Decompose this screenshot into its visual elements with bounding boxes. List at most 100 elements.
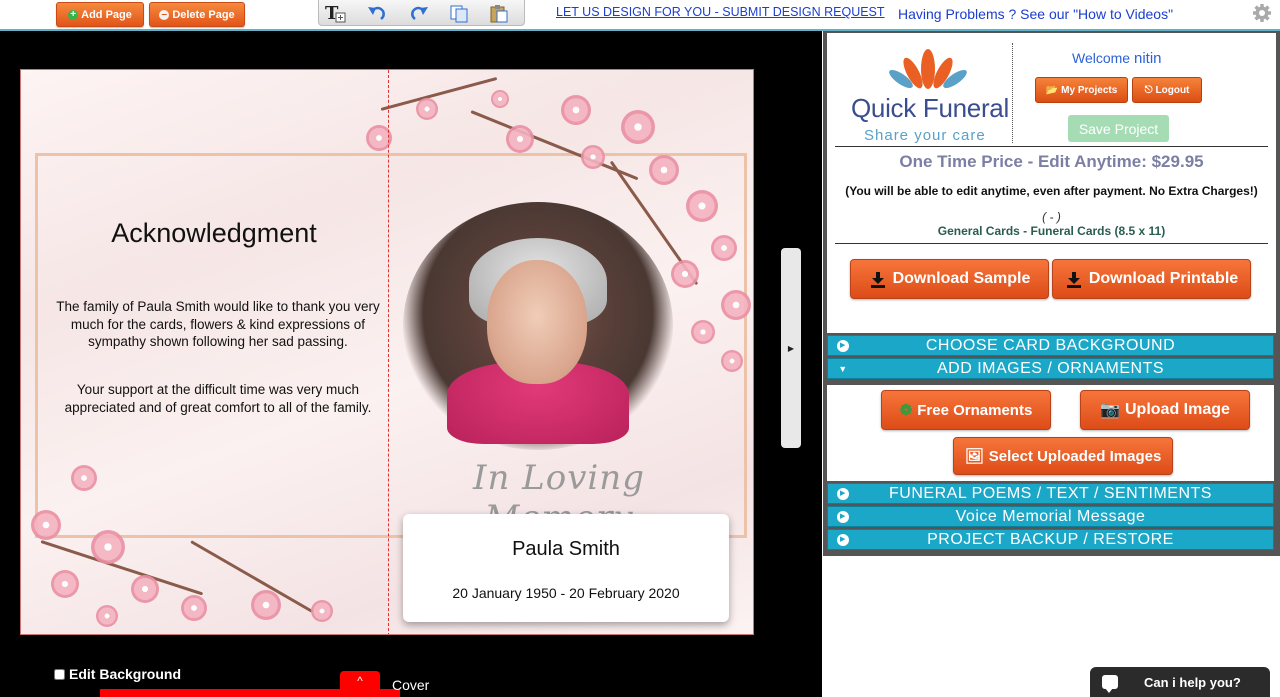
- upload-image-button[interactable]: 📷 Upload Image: [1080, 390, 1250, 430]
- life-dates[interactable]: 20 January 1950 - 20 February 2020: [403, 585, 729, 601]
- delete-page-button[interactable]: – Delete Page: [149, 2, 245, 27]
- accordion-label: PROJECT BACKUP / RESTORE: [927, 531, 1174, 548]
- blossom: [131, 575, 159, 603]
- blossom: [491, 90, 509, 108]
- accordion-funeral-poems[interactable]: ▶ FUNERAL POEMS / TEXT / SENTIMENTS: [827, 483, 1274, 504]
- blossom: [721, 290, 751, 320]
- folder-icon: 📂: [1045, 84, 1059, 96]
- copy-tool[interactable]: [447, 2, 471, 24]
- edit-background-checkbox[interactable]: [54, 668, 65, 680]
- accordion-choose-card-background[interactable]: ▶ CHOOSE CARD BACKGROUND: [827, 335, 1274, 356]
- accordion-label: FUNERAL POEMS / TEXT / SENTIMENTS: [889, 485, 1212, 502]
- edit-background-toggle[interactable]: Edit Background: [54, 666, 181, 682]
- add-page-button[interactable]: + Add Page: [56, 2, 144, 27]
- add-text-tool[interactable]: T: [323, 2, 347, 24]
- select-uploaded-label: Select Uploaded Images: [988, 447, 1162, 465]
- divider: [835, 243, 1268, 244]
- add-page-label: Add Page: [81, 8, 132, 21]
- blossom: [671, 260, 699, 288]
- acknowledgment-text-1[interactable]: The family of Paula Smith would like to …: [55, 298, 381, 351]
- arrow-down-icon: ▼: [838, 364, 848, 374]
- upload-image-label: Upload Image: [1125, 401, 1230, 418]
- blossom: [686, 190, 718, 222]
- arrow-right-icon: ▶: [837, 488, 849, 500]
- accordion-project-backup[interactable]: ▶ PROJECT BACKUP / RESTORE: [827, 529, 1274, 550]
- my-projects-label: My Projects: [1061, 84, 1118, 96]
- delete-page-label: Delete Page: [172, 8, 235, 21]
- add-images-section: ❁ Free Ornaments 📷 Upload Image 🖼 Select…: [827, 385, 1274, 481]
- how-to-videos-link[interactable]: Having Problems ? See our "How to Videos…: [898, 6, 1173, 22]
- minus-icon: –: [159, 9, 170, 20]
- copy-icon: [450, 5, 468, 23]
- free-ornaments-button[interactable]: ❁ Free Ornaments: [881, 390, 1051, 430]
- blossom: [649, 155, 679, 185]
- blossom: [71, 465, 97, 491]
- portrait-photo[interactable]: [403, 202, 673, 450]
- acknowledgment-title[interactable]: Acknowledgment: [61, 218, 367, 249]
- blossom: [31, 510, 61, 540]
- redo-icon: [411, 6, 428, 20]
- fold-line: [388, 70, 389, 634]
- logout-button[interactable]: ⎋ Logout: [1132, 77, 1202, 103]
- gear-icon[interactable]: [1252, 3, 1272, 23]
- download-sample-button[interactable]: Download Sample: [850, 259, 1049, 299]
- redo-tool[interactable]: [407, 2, 431, 24]
- price-text: One Time Price - Edit Anytime: $29.95: [899, 152, 1204, 171]
- blossom: [251, 590, 281, 620]
- camera-icon: 📷: [1100, 402, 1120, 419]
- text-icon: T: [325, 3, 346, 24]
- blossom: [721, 350, 743, 372]
- images-icon: 🖼: [964, 448, 984, 465]
- blossom: [711, 235, 737, 261]
- arrow-right-icon: ▶: [837, 340, 849, 352]
- page-name-cover[interactable]: Cover: [392, 677, 429, 693]
- blossom: [181, 595, 207, 621]
- branch: [380, 76, 498, 111]
- logout-icon: ⎋: [1144, 84, 1153, 96]
- blossom: [91, 530, 125, 564]
- undo-icon: [368, 6, 385, 20]
- blossom: [581, 145, 605, 169]
- paste-icon: [490, 5, 508, 23]
- deceased-name[interactable]: Paula Smith: [403, 538, 729, 561]
- quick-funeral-logo: Quick Funeral Share your care: [849, 41, 1009, 144]
- funeral-card[interactable]: Acknowledgment The family of Paula Smith…: [20, 69, 754, 635]
- collapse-panel-handle[interactable]: ▶: [781, 248, 801, 448]
- chat-widget[interactable]: Can i help you?: [1090, 667, 1270, 697]
- accordion-label: ADD IMAGES / ORNAMENTS: [936, 360, 1165, 377]
- accordion-label: CHOOSE CARD BACKGROUND: [925, 337, 1176, 354]
- blossom: [51, 570, 79, 598]
- accordion-voice-memorial[interactable]: ▶ Voice Memorial Message: [827, 506, 1274, 527]
- accordion-add-images-ornaments[interactable]: ▼ ADD IMAGES / ORNAMENTS: [827, 358, 1274, 379]
- paste-tool[interactable]: [487, 2, 511, 24]
- undo-tool[interactable]: [365, 2, 389, 24]
- blossom: [506, 125, 534, 153]
- side-panel: Quick Funeral Share your care Welcome ni…: [823, 31, 1280, 556]
- blossom: [311, 600, 333, 622]
- caret-right-icon: ▶: [787, 343, 795, 353]
- chat-bubble-icon: [1102, 675, 1118, 693]
- wreath-icon: ❁: [899, 402, 913, 419]
- save-project-button[interactable]: Save Project: [1068, 115, 1169, 142]
- card-type: General Cards - Funeral Cards (8.5 x 11): [937, 224, 1166, 238]
- download-printable-button[interactable]: Download Printable: [1052, 259, 1251, 299]
- download-sample-label: Download Sample: [892, 270, 1031, 287]
- account-box: Quick Funeral Share your care Welcome ni…: [827, 33, 1276, 333]
- select-uploaded-images-button[interactable]: 🖼 Select Uploaded Images: [953, 437, 1173, 475]
- page-strip-toggle[interactable]: ^: [340, 671, 380, 693]
- welcome-label: Welcome: [1072, 50, 1131, 66]
- username: nitin: [1133, 50, 1162, 67]
- edit-toolbox: T: [318, 0, 525, 26]
- divider: [835, 146, 1268, 147]
- my-projects-button[interactable]: 📂 My Projects: [1035, 77, 1128, 103]
- design-request-link[interactable]: LET US DESIGN FOR YOU - SUBMIT DESIGN RE…: [556, 5, 885, 19]
- card-dimensions: ( - ): [1042, 210, 1061, 224]
- name-box[interactable]: Paula Smith 20 January 1950 - 20 Februar…: [403, 514, 729, 622]
- blossom: [96, 605, 118, 627]
- arrow-right-icon: ▶: [837, 534, 849, 546]
- acknowledgment-text-2[interactable]: Your support at the difficult time was v…: [55, 381, 381, 416]
- logout-label: Logout: [1155, 84, 1190, 96]
- lotus-icon: [889, 49, 967, 89]
- blossom: [561, 95, 591, 125]
- top-toolbar: + Add Page – Delete Page T LET US DESIGN…: [0, 0, 1280, 31]
